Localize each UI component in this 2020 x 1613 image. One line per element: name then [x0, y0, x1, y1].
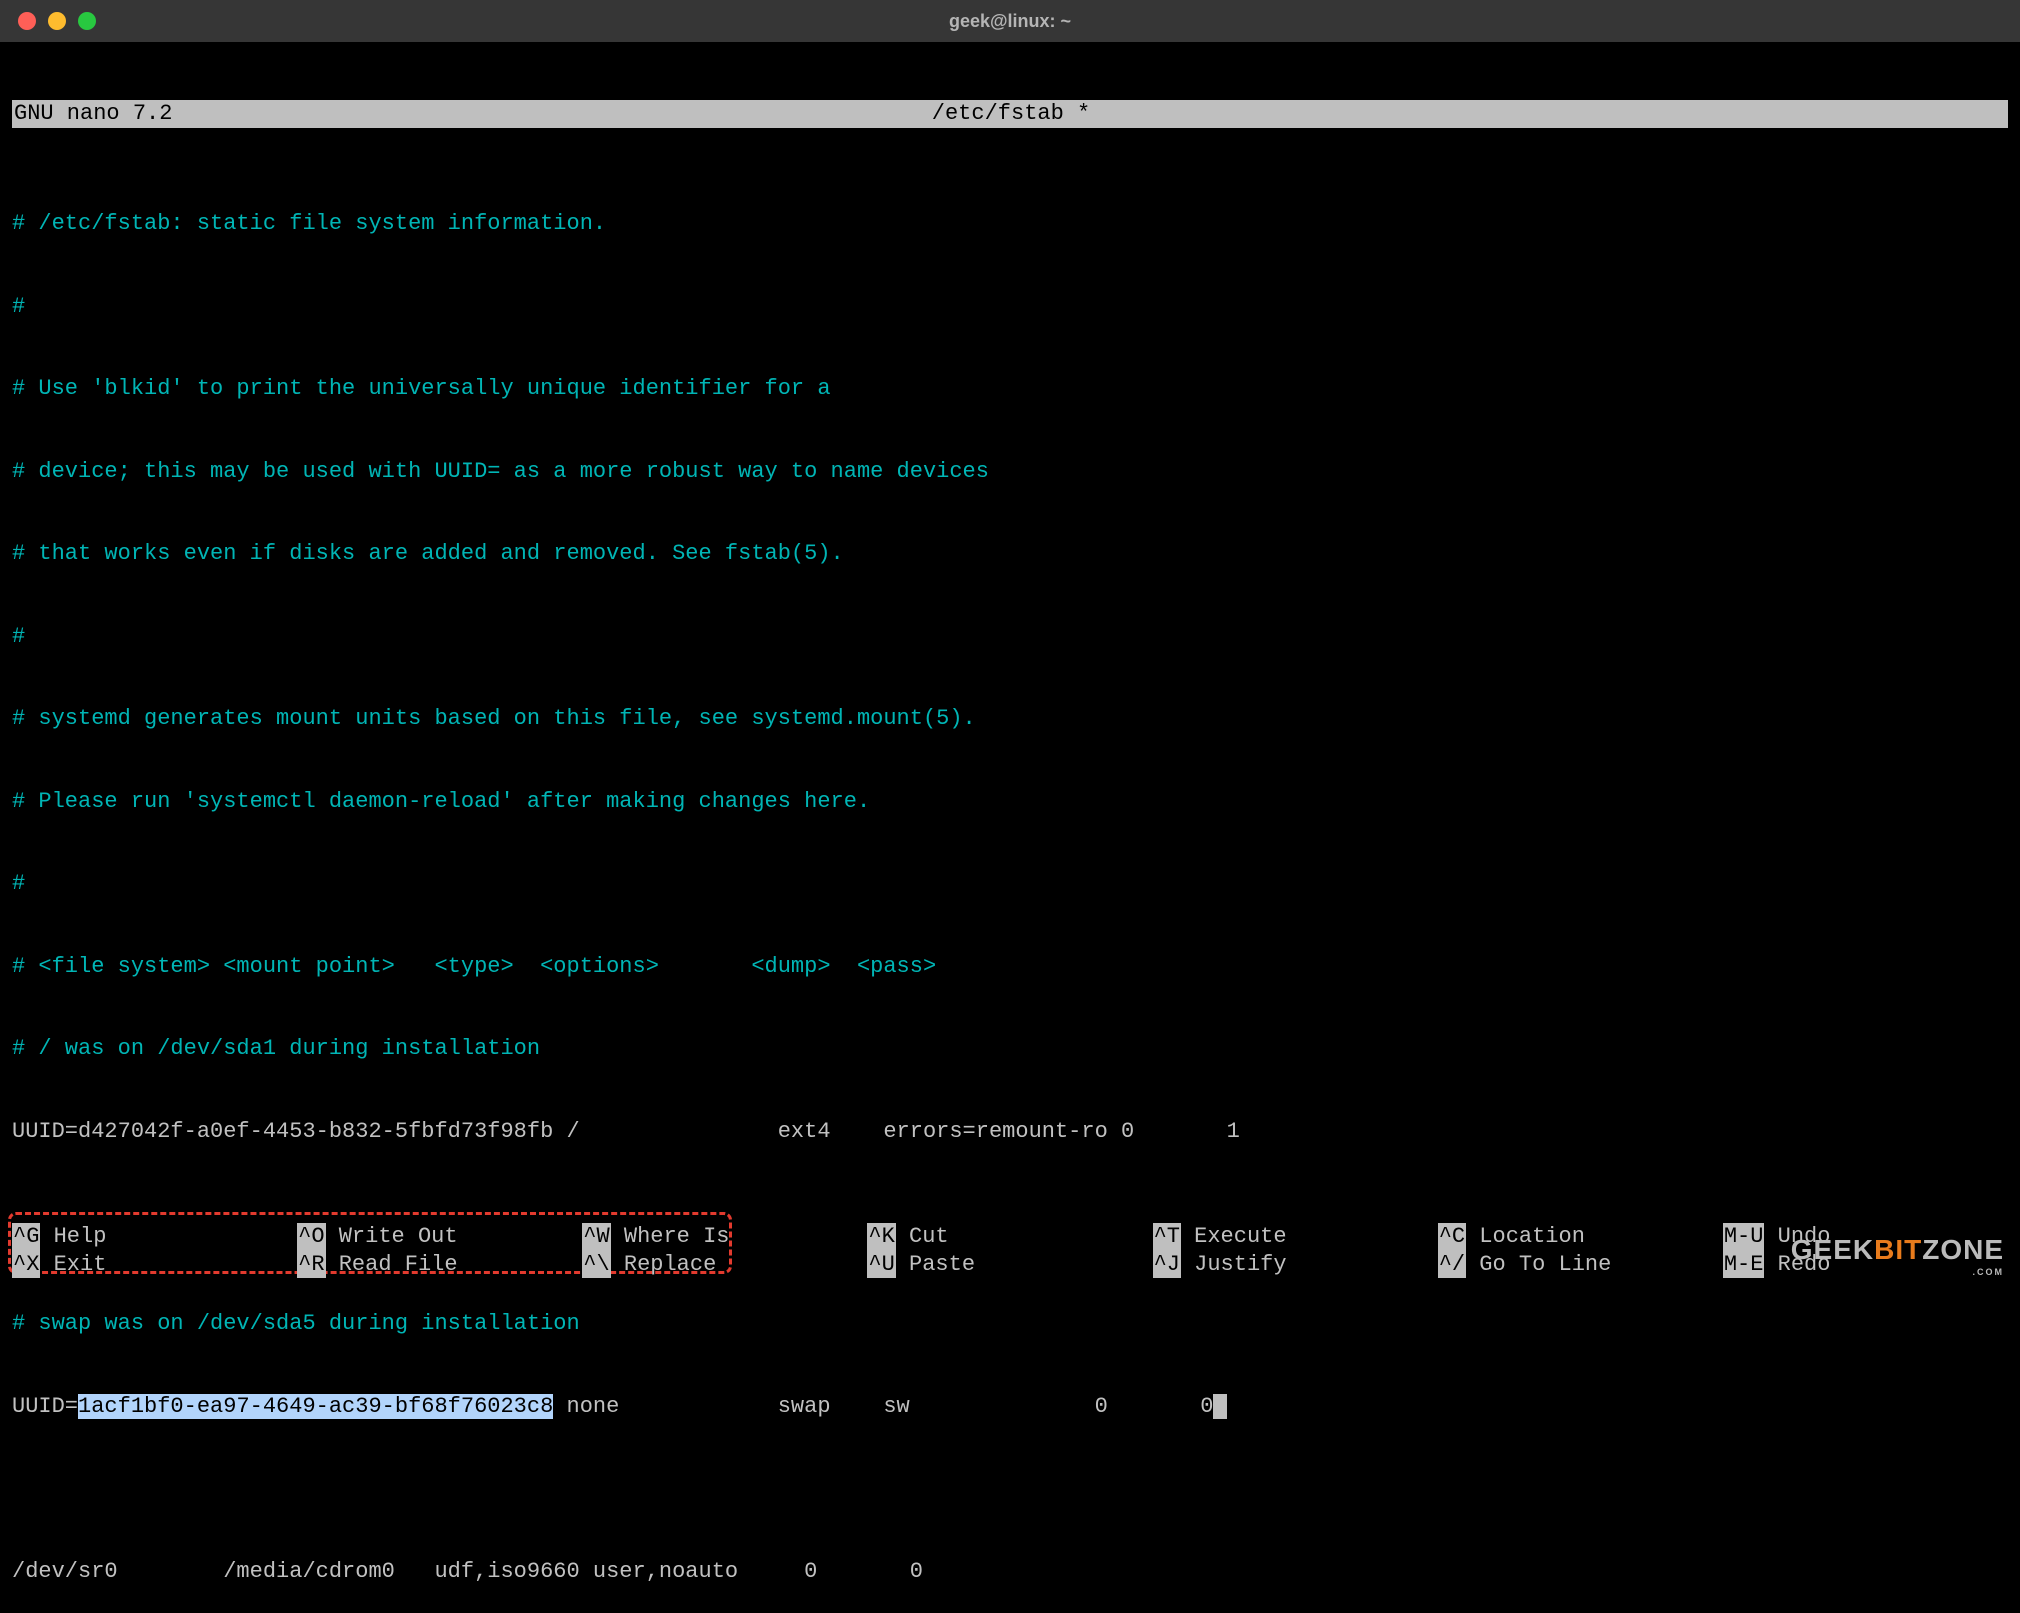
shortcut-row: ^XExit ^RRead File ^\Replace ^UPaste ^JJ…: [12, 1251, 2008, 1279]
shortcut-execute[interactable]: ^TExecute: [1153, 1223, 1438, 1251]
shortcut-goto-line[interactable]: ^/Go To Line: [1438, 1251, 1723, 1279]
fstab-comment: # Use 'blkid' to print the universally u…: [12, 375, 2008, 403]
close-icon[interactable]: [18, 12, 36, 30]
selected-uuid[interactable]: 1acf1bf0-ea97-4649-ac39-bf68f76023c8: [78, 1394, 553, 1419]
fstab-header: # <file system> <mount point> <type> <op…: [12, 953, 2008, 981]
nano-shortcut-bar: ^GHelp ^OWrite Out ^WWhere Is ^KCut ^TEx…: [12, 1223, 2008, 1278]
nano-app-name: GNU nano 7.2: [12, 100, 172, 128]
fstab-comment: # device; this may be used with UUID= as…: [12, 458, 2008, 486]
fstab-comment: # Please run 'systemctl daemon-reload' a…: [12, 788, 2008, 816]
fstab-comment: #: [12, 870, 2008, 898]
shortcut-cut[interactable]: ^KCut: [867, 1223, 1152, 1251]
uuid-prefix: UUID=: [12, 1394, 78, 1419]
fstab-comment: # systemd generates mount units based on…: [12, 705, 2008, 733]
fstab-comment: # that works even if disks are added and…: [12, 540, 2008, 568]
shortcut-justify[interactable]: ^JJustify: [1153, 1251, 1438, 1279]
minimize-icon[interactable]: [48, 12, 66, 30]
shortcut-replace[interactable]: ^\Replace: [582, 1251, 867, 1279]
shortcut-write-out[interactable]: ^OWrite Out: [297, 1223, 582, 1251]
maximize-icon[interactable]: [78, 12, 96, 30]
fstab-entry-swap: UUID=1acf1bf0-ea97-4649-ac39-bf68f76023c…: [12, 1393, 2008, 1421]
watermark: GEEKBITZONE .COM: [1791, 1232, 2004, 1278]
fstab-comment: # swap was on /dev/sda5 during installat…: [12, 1310, 2008, 1338]
shortcut-where-is[interactable]: ^WWhere Is: [582, 1223, 867, 1251]
swap-entry-tail: none swap sw 0 0: [553, 1394, 1213, 1419]
fstab-comment: #: [12, 623, 2008, 651]
text-cursor: [1213, 1394, 1226, 1418]
fstab-comment: # / was on /dev/sda1 during installation: [12, 1035, 2008, 1063]
nano-file-name: /etc/fstab *: [172, 100, 1849, 128]
shortcut-location[interactable]: ^CLocation: [1438, 1223, 1723, 1251]
shortcut-row: ^GHelp ^OWrite Out ^WWhere Is ^KCut ^TEx…: [12, 1223, 2008, 1251]
traffic-lights: [18, 12, 96, 30]
shortcut-paste[interactable]: ^UPaste: [867, 1251, 1152, 1279]
fstab-entry-root: UUID=d427042f-a0ef-4453-b832-5fbfd73f98f…: [12, 1118, 2008, 1146]
fstab-comment: # /etc/fstab: static file system informa…: [12, 210, 2008, 238]
terminal-viewport[interactable]: GNU nano 7.2 /etc/fstab * # /etc/fstab: …: [0, 42, 2020, 1613]
window-title: geek@linux: ~: [949, 10, 1071, 33]
fstab-entry-cdrom: /dev/sr0 /media/cdrom0 udf,iso9660 user,…: [12, 1558, 2008, 1586]
window-titlebar: geek@linux: ~: [0, 0, 2020, 42]
shortcut-read-file[interactable]: ^RRead File: [297, 1251, 582, 1279]
shortcut-exit[interactable]: ^XExit: [12, 1251, 297, 1279]
shortcut-help[interactable]: ^GHelp: [12, 1223, 297, 1251]
fstab-comment: #: [12, 293, 2008, 321]
nano-title-bar: GNU nano 7.2 /etc/fstab *: [12, 100, 2008, 128]
